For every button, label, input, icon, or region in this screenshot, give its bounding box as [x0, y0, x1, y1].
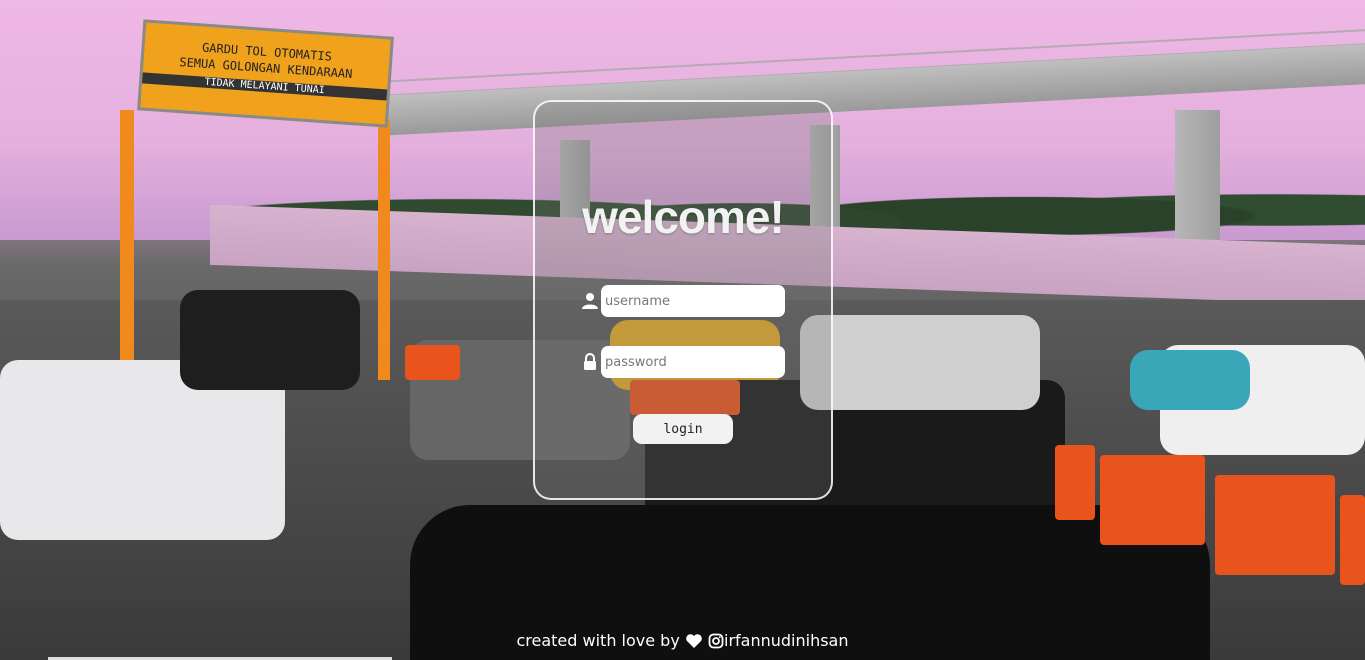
toll-pole	[378, 120, 390, 380]
car-teal	[1130, 350, 1250, 410]
username-row	[581, 285, 787, 317]
user-icon	[582, 293, 598, 309]
instagram-icon[interactable]	[708, 633, 724, 649]
traffic-barrier	[405, 345, 460, 380]
footer-text: created with love by	[516, 631, 680, 650]
traffic-barrier	[1055, 445, 1095, 520]
car-van	[800, 315, 1040, 410]
password-input[interactable]	[601, 346, 785, 378]
heart-icon	[686, 633, 702, 648]
traffic-barrier	[1340, 495, 1365, 585]
footer-credit: created with love by irfannudinihsan	[0, 630, 1365, 650]
traffic-barrier	[1215, 475, 1335, 575]
toll-sign: GARDU TOL OTOMATIS SEMUA GOLONGAN KENDAR…	[137, 19, 394, 128]
login-panel: welcome! login	[533, 100, 833, 500]
toll-pole	[120, 110, 134, 360]
username-input[interactable]	[601, 285, 785, 317]
car-black	[180, 290, 360, 390]
password-row	[581, 346, 787, 378]
footer-handle-link[interactable]: irfannudinihsan	[724, 631, 849, 650]
welcome-heading: welcome!	[582, 191, 785, 243]
login-button[interactable]: login	[633, 414, 733, 444]
lock-icon	[584, 353, 596, 370]
traffic-barrier	[1100, 455, 1205, 545]
